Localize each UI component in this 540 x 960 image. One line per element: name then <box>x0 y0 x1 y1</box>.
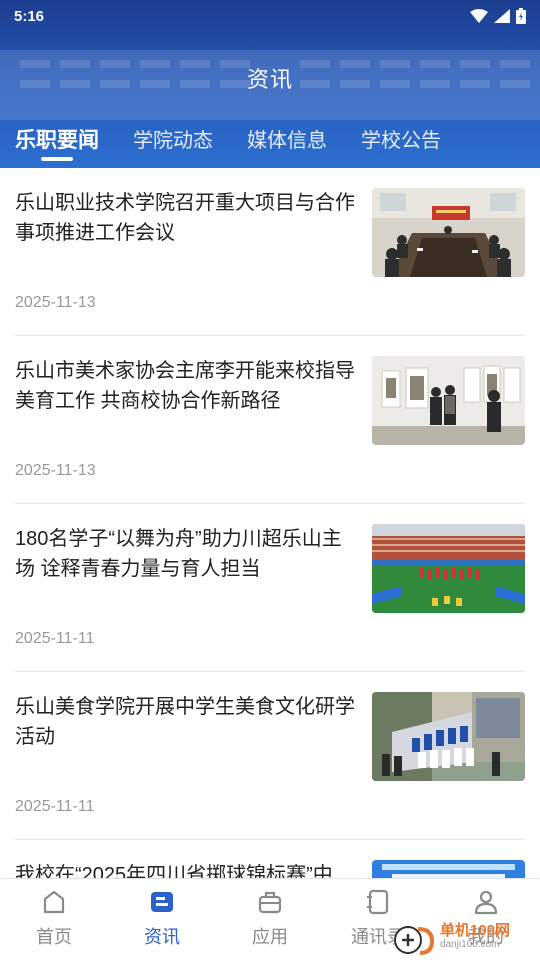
tabbar-label: 我的 <box>468 927 504 947</box>
battery-icon <box>516 8 526 24</box>
tabbar-contacts[interactable]: 通讯录 <box>324 879 432 960</box>
gallery-photo <box>372 356 525 445</box>
news-icon <box>147 887 177 917</box>
meeting-photo <box>372 188 525 277</box>
tabbar-label: 首页 <box>36 927 72 947</box>
status-time: 5:16 <box>14 7 45 25</box>
news-title: 我校在“2025年四川省掷球锦标赛”中 <box>15 864 333 878</box>
contacts-icon <box>363 887 393 917</box>
profile-icon <box>471 887 501 917</box>
tab-lezhi-news[interactable]: 乐职要闻 <box>15 122 99 161</box>
news-title: 180名学子“以舞为舟”助力川超乐山主场 诠释青春力量与育人担当 <box>15 528 342 580</box>
page-title: 资讯 <box>246 67 293 92</box>
news-date: 2025-11-13 <box>15 462 96 479</box>
news-date: 2025-11-11 <box>15 630 95 647</box>
news-date: 2025-11-11 <box>15 798 95 815</box>
news-date: 2025-11-13 <box>15 294 96 311</box>
tabbar-profile[interactable]: 我的 <box>432 879 540 960</box>
news-item[interactable]: 乐山美食学院开展中学生美食文化研学活动 2025-11-11 <box>15 672 525 840</box>
briefcase-icon <box>255 887 285 917</box>
news-item[interactable]: 我校在“2025年四川省掷球锦标赛”中 <box>15 840 525 878</box>
header: 5:16 资讯 乐职要闻 学院动态 媒体信息 学校公告 <box>0 0 540 168</box>
news-list: 乐山职业技术学院召开重大项目与合作事项推进工作会议 2025-11-13 乐山市… <box>0 168 540 878</box>
status-bar: 5:16 <box>0 0 540 32</box>
news-title: 乐山职业技术学院召开重大项目与合作事项推进工作会议 <box>15 192 355 244</box>
wifi-icon <box>470 9 488 23</box>
banner-photo <box>372 860 525 878</box>
status-icons <box>470 8 526 24</box>
signal-icon <box>494 9 510 23</box>
news-item[interactable]: 乐山市美术家协会主席李开能来校指导美育工作 共商校协合作新路径 2025-11-… <box>15 336 525 504</box>
tabbar-label: 资讯 <box>144 927 180 947</box>
tabbar-label: 通讯录 <box>351 927 405 947</box>
news-item[interactable]: 乐山职业技术学院召开重大项目与合作事项推进工作会议 2025-11-13 <box>15 168 525 336</box>
tabbar-label: 应用 <box>252 927 288 947</box>
news-title: 乐山美食学院开展中学生美食文化研学活动 <box>15 696 355 748</box>
tabbar-apps[interactable]: 应用 <box>216 879 324 960</box>
tab-school-notices[interactable]: 学校公告 <box>361 122 441 153</box>
category-tabs: 乐职要闻 学院动态 媒体信息 学校公告 <box>0 122 540 168</box>
tab-college-news[interactable]: 学院动态 <box>133 122 213 153</box>
home-icon <box>39 887 69 917</box>
tabbar-home[interactable]: 首页 <box>0 879 108 960</box>
tab-media-info[interactable]: 媒体信息 <box>247 122 327 153</box>
news-title: 乐山市美术家协会主席李开能来校指导美育工作 共商校协合作新路径 <box>15 360 355 412</box>
bottom-tab-bar: 首页 资讯 应用 通讯录 我的 <box>0 878 540 960</box>
stadium-photo <box>372 524 525 613</box>
group-photo <box>372 692 525 781</box>
tabbar-news[interactable]: 资讯 <box>108 879 216 960</box>
news-item[interactable]: 180名学子“以舞为舟”助力川超乐山主场 诠释青春力量与育人担当 2025-11… <box>15 504 525 672</box>
